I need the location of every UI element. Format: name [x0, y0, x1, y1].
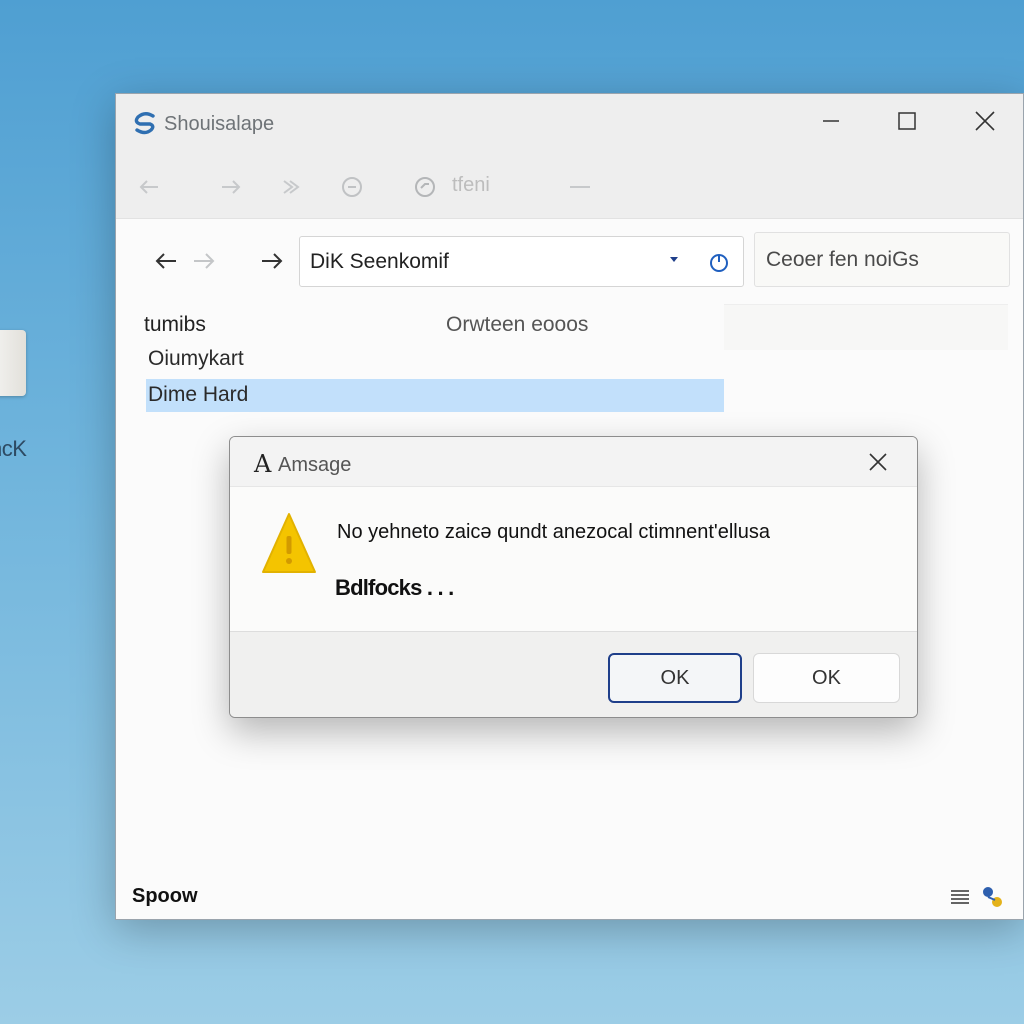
- dialog-title-bar: A Amsage: [230, 437, 917, 487]
- desktop-icon[interactable]: ncK: [0, 330, 60, 461]
- address-bar[interactable]: DiK Seenkomif: [299, 236, 744, 287]
- folder-icon: [0, 330, 26, 396]
- clock-icon: [342, 177, 362, 197]
- ok-button-secondary[interactable]: OK: [753, 653, 900, 703]
- close-window-button[interactable]: [962, 104, 1008, 138]
- dialog-subtext: Bdlfocks . . .: [335, 575, 454, 600]
- search-field[interactable]: Ceoer fen noiGs: [754, 232, 1010, 287]
- ribbon-more-button[interactable]: [568, 174, 592, 200]
- more-icon: [570, 186, 590, 188]
- back-button[interactable]: [152, 247, 180, 275]
- column-header-date[interactable]: Orwteen eooos: [446, 313, 588, 337]
- status-icons: [951, 884, 1005, 910]
- ribbon-label[interactable]: tfeni: [452, 174, 490, 197]
- ok-button-primary[interactable]: OK: [608, 653, 742, 703]
- maximize-icon: [898, 112, 916, 130]
- refresh-icon[interactable]: [707, 250, 731, 274]
- file-row-selected[interactable]: Dime Hard: [146, 379, 724, 412]
- minimize-button[interactable]: [808, 104, 854, 138]
- file-name: Oiumykart: [148, 347, 244, 370]
- chevron-down-icon[interactable]: [668, 253, 680, 265]
- forward-button[interactable]: [258, 247, 286, 275]
- close-icon: [869, 453, 887, 471]
- column-header-name[interactable]: tumibs: [144, 313, 206, 337]
- dialog-title: Amsage: [278, 454, 352, 476]
- list-view-icon[interactable]: [951, 889, 969, 905]
- ribbon-back-button[interactable]: [138, 174, 160, 200]
- ribbon-up-button[interactable]: [280, 174, 302, 200]
- status-text: Spoow: [132, 885, 198, 907]
- close-icon: [975, 111, 995, 131]
- warning-icon: [262, 513, 316, 573]
- message-dialog: A Amsage No yehneto zaicə qundt anezocal…: [229, 436, 918, 718]
- window-title: Shouisalape: [164, 113, 275, 135]
- view-icon: [415, 177, 435, 197]
- file-row[interactable]: Oiumykart: [146, 343, 724, 376]
- dialog-close-button[interactable]: [867, 451, 889, 478]
- file-name: Dime Hard: [148, 383, 249, 406]
- app-logo-icon: [134, 112, 155, 135]
- forward-arrow-icon: [222, 180, 241, 194]
- ribbon-forward-button[interactable]: [220, 174, 242, 200]
- address-text[interactable]: DiK Seenkomif: [310, 250, 449, 274]
- network-icon[interactable]: [979, 884, 1005, 910]
- maximize-button[interactable]: [884, 104, 930, 138]
- title-bar: Shouisalape tfeni: [116, 94, 1023, 219]
- chevron-right-icon: [283, 180, 300, 194]
- back-arrow-icon: [139, 180, 158, 194]
- ribbon-history-button[interactable]: [340, 174, 364, 200]
- details-pane-header: [724, 304, 1008, 350]
- back-arrow-icon: [155, 253, 176, 269]
- forward-arrow-icon: [194, 253, 215, 269]
- minimize-icon: [823, 120, 839, 122]
- forward-button-disabled[interactable]: [190, 247, 218, 275]
- dialog-app-glyph: A: [254, 450, 272, 478]
- forward-arrow-icon: [262, 253, 283, 269]
- ribbon-view-button[interactable]: [413, 174, 437, 200]
- search-placeholder[interactable]: Ceoer fen noiGs: [766, 248, 919, 272]
- desktop-icon-label: ncK: [0, 436, 27, 461]
- dialog-message: No yehneto zaicə qundt anezocal ctimnent…: [337, 521, 770, 543]
